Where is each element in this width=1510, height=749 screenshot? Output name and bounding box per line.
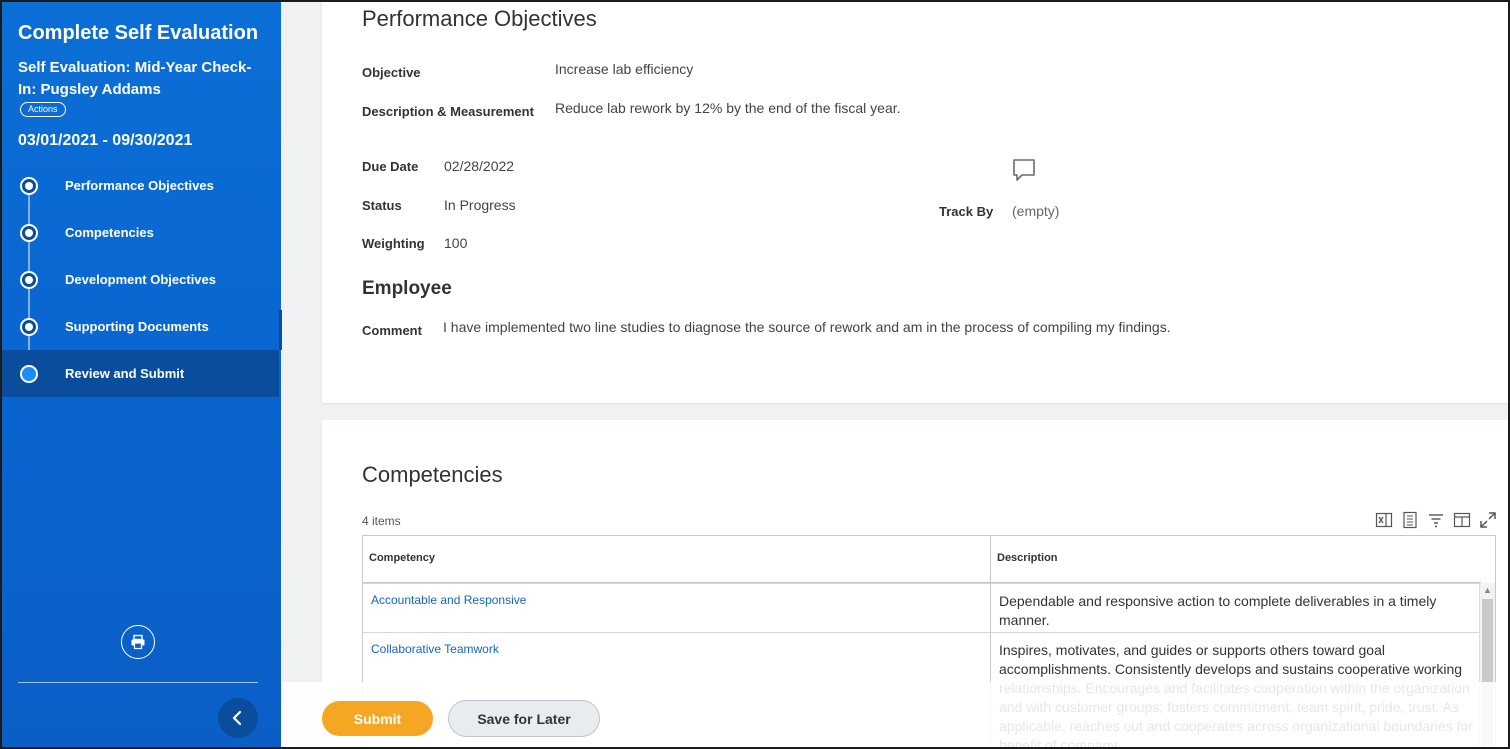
- step-indicator-icon: [20, 223, 38, 242]
- scroll-up-icon[interactable]: ▲: [1483, 585, 1492, 595]
- row-separator: [363, 583, 1480, 584]
- date-range: 03/01/2021 - 09/30/2021: [18, 132, 193, 149]
- competency-description: Dependable and responsive action to comp…: [999, 593, 1437, 628]
- items-count: 4 items: [362, 514, 401, 528]
- status-label: Status: [362, 198, 402, 213]
- filter-icon[interactable]: [1426, 510, 1446, 530]
- due-date-label: Due Date: [362, 159, 419, 174]
- sidebar-subtitle: Self Evaluation: Mid-Year Check-In: Pugs…: [18, 59, 252, 98]
- step-current-indicator-icon: [20, 364, 38, 383]
- expand-icon[interactable]: [1478, 510, 1498, 530]
- print-icon: [131, 634, 145, 650]
- column-header-competency[interactable]: Competency: [363, 536, 990, 583]
- app-window: Complete Self Evaluation Self Evaluation…: [0, 0, 1510, 749]
- collapse-sidebar-button[interactable]: [218, 698, 258, 738]
- description-value: Reduce lab rework by 12% by the end of t…: [555, 100, 901, 116]
- sidebar: Complete Self Evaluation Self Evaluation…: [2, 2, 282, 747]
- step-label: Performance Objectives: [65, 178, 214, 193]
- step-label: Development Objectives: [65, 272, 216, 287]
- comment-label: Comment: [362, 323, 422, 338]
- competency-link-accountable[interactable]: Accountable and Responsive: [371, 593, 526, 607]
- row-separator: [363, 632, 1480, 633]
- employee-heading: Employee: [362, 278, 452, 299]
- step-performance-objectives[interactable]: Performance Objectives: [2, 162, 279, 209]
- export-pdf-icon[interactable]: [1400, 510, 1420, 530]
- due-date-value: 02/28/2022: [444, 158, 515, 174]
- step-review-and-submit[interactable]: Review and Submit: [2, 350, 279, 397]
- comment-icon[interactable]: [1012, 158, 1036, 182]
- table-toolbar: [1374, 510, 1498, 530]
- submit-button[interactable]: Submit: [322, 701, 433, 736]
- column-layout-icon[interactable]: [1452, 510, 1472, 530]
- competency-link-collaborative[interactable]: Collaborative Teamwork: [371, 642, 499, 656]
- competencies-heading: Competencies: [362, 462, 503, 487]
- sidebar-title: Complete Self Evaluation: [18, 22, 259, 44]
- sidebar-divider: [18, 682, 258, 683]
- step-list: Performance Objectives Competencies Deve…: [2, 162, 279, 397]
- weighting-label: Weighting: [362, 236, 425, 251]
- step-indicator-icon: [20, 317, 38, 336]
- chevron-left-icon: [232, 710, 242, 726]
- step-indicator-icon: [20, 176, 38, 195]
- description-label: Description & Measurement: [362, 104, 534, 119]
- comment-value: I have implemented two line studies to d…: [443, 319, 1171, 335]
- step-label: Competencies: [65, 225, 154, 240]
- step-label: Supporting Documents: [65, 319, 209, 334]
- step-supporting-documents[interactable]: Supporting Documents: [2, 303, 279, 350]
- step-label: Review and Submit: [65, 366, 185, 381]
- sidebar-edge-accent: [279, 310, 282, 350]
- step-competencies[interactable]: Competencies: [2, 209, 279, 256]
- objective-label: Objective: [362, 65, 421, 80]
- step-development-objectives[interactable]: Development Objectives: [2, 256, 279, 303]
- step-indicator-icon: [20, 270, 38, 289]
- objective-value: Increase lab efficiency: [555, 61, 694, 77]
- print-button[interactable]: [121, 625, 155, 659]
- weighting-value: 100: [444, 235, 468, 251]
- export-excel-icon[interactable]: [1374, 510, 1394, 530]
- actions-button[interactable]: Actions: [20, 102, 66, 117]
- status-value: In Progress: [444, 197, 516, 213]
- track-by-value: (empty): [1012, 203, 1060, 219]
- track-by-label: Track By: [939, 204, 994, 219]
- column-header-description[interactable]: Description: [991, 536, 1481, 583]
- objectives-heading: Performance Objectives: [362, 6, 597, 31]
- save-for-later-button[interactable]: Save for Later: [448, 700, 600, 737]
